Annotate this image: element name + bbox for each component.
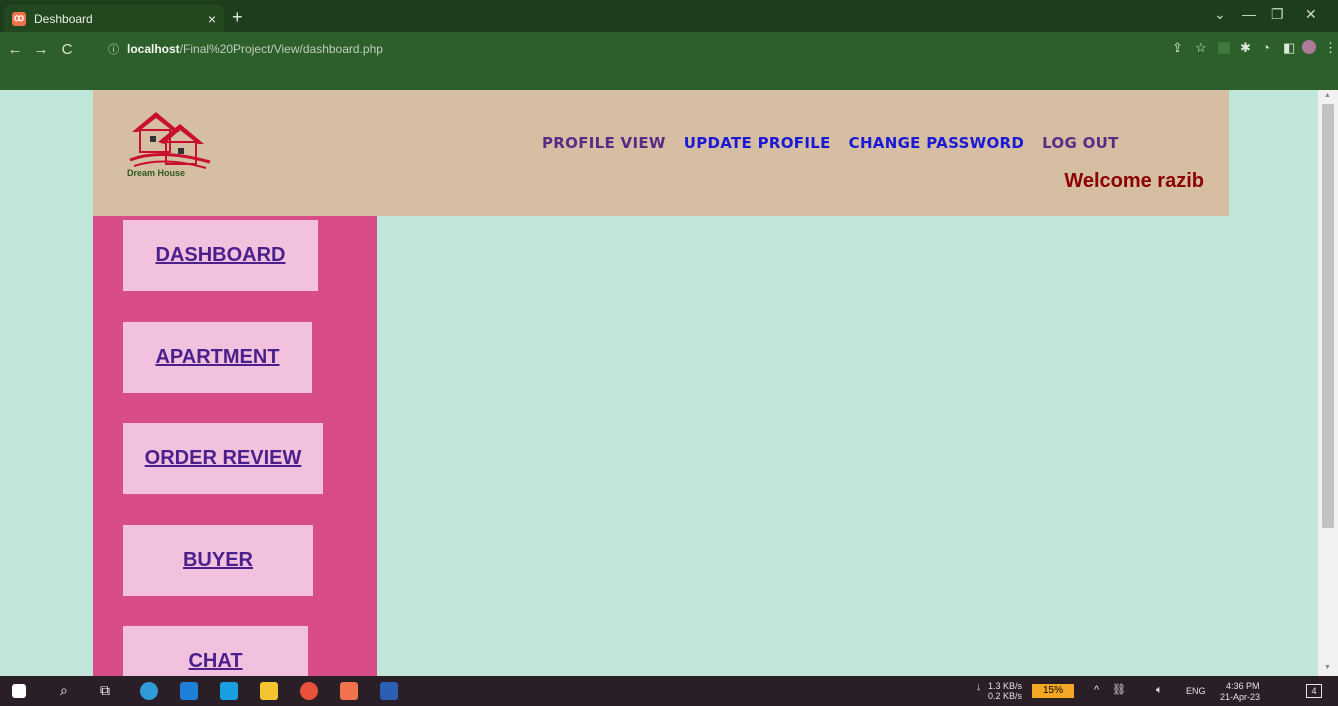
browser-menu-icon[interactable]: ⋮: [1324, 40, 1337, 56]
language-indicator[interactable]: ENG: [1186, 686, 1206, 696]
bookmarks-bar: [0, 66, 1338, 90]
sidebar-item-order-review[interactable]: ORDER REVIEW: [123, 423, 323, 494]
scroll-up-icon[interactable]: ▲: [1324, 92, 1331, 99]
window-close-icon[interactable]: ✕: [1305, 6, 1317, 23]
site-info-icon[interactable]: ⓘ: [108, 41, 119, 57]
clock-date[interactable]: 21-Apr-23: [1220, 692, 1260, 702]
maximize-icon[interactable]: ❐: [1271, 6, 1284, 23]
back-arrow-icon[interactable]: ←: [4, 41, 26, 58]
tab-title: Deshboard: [34, 11, 93, 26]
site-header: Dream House PROFILE VIEW UPDATE PROFILE …: [93, 90, 1229, 216]
scroll-down-icon[interactable]: ▼: [1324, 664, 1331, 671]
net-down-speed: 1.3 KB/s: [988, 681, 1023, 691]
tab-close-icon[interactable]: ×: [208, 11, 216, 27]
nav-log-out[interactable]: LOG OUT: [1042, 134, 1119, 152]
sidebar-item-label: BUYER: [182, 549, 253, 571]
scrollbar-thumb[interactable]: [1322, 104, 1334, 528]
search-icon[interactable]: ⌕: [60, 682, 78, 700]
sidebar-item-label: CHAT: [188, 650, 243, 672]
network-status-icon[interactable]: ⛓: [1112, 685, 1126, 696]
new-tab-button[interactable]: +: [232, 7, 243, 28]
task-view-icon[interactable]: ⧉: [100, 682, 118, 700]
side-panel-icon[interactable]: ◧: [1283, 40, 1295, 56]
top-nav: PROFILE VIEW UPDATE PROFILE CHANGE PASSW…: [542, 134, 1119, 152]
forward-arrow-icon[interactable]: →: [30, 41, 52, 58]
sidebar-item-buyer[interactable]: BUYER: [123, 525, 313, 596]
mail-icon[interactable]: [180, 682, 198, 700]
welcome-message: Welcome razib: [1064, 170, 1204, 192]
notification-center-icon[interactable]: 4: [1306, 684, 1322, 698]
net-up-speed: 0.2 KB/s: [988, 691, 1023, 701]
sidebar-item-chat[interactable]: CHAT: [123, 626, 308, 676]
reading-list-icon[interactable]: ◔: [1262, 40, 1270, 55]
file-explorer-icon[interactable]: [260, 682, 278, 700]
browser-tab[interactable]: ꝏ Deshboard ×: [4, 5, 224, 32]
clock-time[interactable]: 4:36 PM: [1226, 681, 1260, 691]
sidebar-item-label: ORDER REVIEW: [144, 447, 302, 469]
page-viewport: Dream House PROFILE VIEW UPDATE PROFILE …: [0, 90, 1338, 676]
browser-toolbar: ← → C ⓘ localhost /Final%20Project/View/…: [0, 32, 1338, 66]
url-path: /Final%20Project/View/dashboard.php: [179, 42, 383, 56]
sidebar-item-apartment[interactable]: APARTMENT: [123, 322, 312, 393]
minimize-icon[interactable]: —: [1242, 6, 1256, 22]
reload-icon[interactable]: C: [56, 41, 78, 58]
chevron-down-icon[interactable]: ⌄: [1214, 6, 1226, 23]
share-icon[interactable]: ⇪: [1172, 40, 1183, 56]
extensions-puzzle-icon[interactable]: ✱: [1240, 40, 1251, 56]
tray-overflow-chevron-icon[interactable]: ^: [1094, 685, 1099, 696]
volume-icon[interactable]: 🔈︎: [1156, 685, 1163, 696]
bookmark-star-icon[interactable]: ☆: [1195, 40, 1207, 56]
vertical-scrollbar[interactable]: ▲ ▼: [1318, 90, 1338, 676]
address-bar[interactable]: ⓘ localhost /Final%20Project/View/dashbo…: [100, 37, 1160, 61]
nav-update-profile[interactable]: UPDATE PROFILE: [684, 134, 831, 152]
edge-browser-icon[interactable]: [140, 682, 158, 700]
download-arrow-icon: ↓: [976, 681, 982, 693]
xampp-favicon-icon: ꝏ: [12, 11, 26, 26]
xampp-icon[interactable]: [340, 682, 358, 700]
extension-icon[interactable]: [1218, 42, 1230, 54]
nav-profile-view[interactable]: PROFILE VIEW: [542, 134, 666, 152]
windows-start-icon[interactable]: [12, 684, 26, 698]
browser-tab-bar: ꝏ Deshboard × + ⌄ — ❐ ✕: [0, 0, 1338, 32]
word-icon[interactable]: [380, 682, 398, 700]
sidebar: DASHBOARD APARTMENT ORDER REVIEW BUYER C…: [93, 216, 377, 676]
l-app-icon[interactable]: [220, 682, 238, 700]
nav-change-password[interactable]: CHANGE PASSWORD: [849, 134, 1024, 152]
sidebar-item-label: APARTMENT: [155, 346, 280, 368]
sidebar-item-label: DASHBOARD: [155, 244, 286, 266]
chrome-browser-icon[interactable]: [300, 682, 318, 700]
sidebar-item-dashboard[interactable]: DASHBOARD: [123, 220, 318, 291]
url-host: localhost: [127, 42, 180, 56]
logo-text: Dream House: [127, 168, 186, 178]
windows-taskbar: ⌕ ⧉ ↓ 1.3 KB/s 0.2 KB/s 15% ^ ⛓ 🔈︎ ENG 4…: [0, 676, 1338, 706]
profile-avatar[interactable]: [1302, 40, 1316, 54]
battery-indicator[interactable]: 15%: [1032, 684, 1074, 698]
